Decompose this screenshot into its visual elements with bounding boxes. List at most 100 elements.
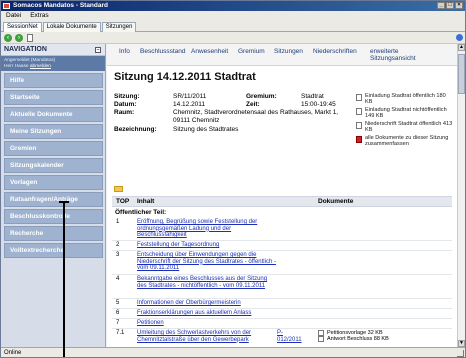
document-link[interactable]: Einladung Stadtrat öffentlich 180 KB xyxy=(356,93,454,105)
sidebar-item-sitzungskalender[interactable]: Sitzungskalender xyxy=(4,158,103,173)
sidebar-item-aktuelle-dokumente[interactable]: Aktuelle Dokumente xyxy=(4,107,103,122)
subnav-beschlussstand[interactable]: Beschlussstand xyxy=(140,48,186,55)
row-divider xyxy=(112,250,452,251)
scroll-up-icon[interactable]: ▲ xyxy=(458,44,465,51)
top-number: 4 xyxy=(116,276,120,282)
navigation-heading: NAVIGATION – xyxy=(1,44,105,56)
document-link[interactable]: Niederschrift Stadtrat öffentlich 413 KB xyxy=(356,121,454,133)
scroll-down-icon[interactable]: ▼ xyxy=(458,340,465,347)
document-icon[interactable] xyxy=(27,34,33,42)
pdf-icon xyxy=(356,136,362,143)
document-link-label: Einladung Stadtrat öffentlich 180 KB xyxy=(365,93,446,105)
merge-documents-link[interactable]: alle Dokumente zu dieser Sitzung zusamme… xyxy=(356,135,454,147)
value-zeit: 15:00-19:45 xyxy=(301,101,336,108)
top-number: 7 xyxy=(116,320,120,326)
document-link-label: Antwort Beschluss 88 KB xyxy=(327,336,389,343)
label-zeit: Zeit: xyxy=(246,101,260,108)
window-title: Somacos Mandatos - Standard xyxy=(13,2,108,9)
top-number: 7.1 xyxy=(116,330,125,336)
sidebar-item-beschlusskontrolle[interactable]: Beschlusskontrolle xyxy=(4,209,103,224)
user-info: Angemeldet (Mandatos) Herr Haase abmelde… xyxy=(1,56,105,71)
sidebar-item-startseite[interactable]: Startseite xyxy=(4,90,103,105)
top-number: 1 xyxy=(116,219,120,225)
agenda-item-link[interactable]: Petitionen xyxy=(137,320,277,327)
collapse-icon[interactable]: – xyxy=(95,47,101,53)
tab-lokale-dokumente[interactable]: Lokale Dokumente xyxy=(42,22,101,32)
top-number: 2 xyxy=(116,242,120,248)
forward-arrow-icon[interactable]: › xyxy=(15,34,23,42)
subnav-erweiterte-sitzungsansicht[interactable]: erweiterte Sitzungsansicht xyxy=(370,48,440,62)
row-divider xyxy=(112,328,452,329)
value-datum: 14.12.2011 xyxy=(173,101,206,108)
document-icon xyxy=(356,108,362,115)
close-button[interactable]: × xyxy=(455,2,463,9)
globe-icon[interactable] xyxy=(456,34,463,41)
minimize-button[interactable]: _ xyxy=(437,2,445,9)
subnav-info[interactable]: Info xyxy=(119,48,130,55)
main-content: Info Beschlussstand Anwesenheit Gremium … xyxy=(107,44,457,347)
document-link[interactable]: Antwort Beschluss 88 KB xyxy=(318,336,448,343)
scrollbar-thumb[interactable] xyxy=(458,54,465,94)
subnav-sitzungen[interactable]: Sitzungen xyxy=(274,48,303,55)
subnav-gremium[interactable]: Gremium xyxy=(238,48,265,55)
document-link-label: Einladung Stadtrat nichtöffentlich 149 K… xyxy=(365,107,447,119)
sidebar-item-gremien[interactable]: Gremien xyxy=(4,141,103,156)
sidebar-item-volltextrecherche[interactable]: Volltextrecherche xyxy=(4,243,103,258)
label-gremium: Gremium: xyxy=(246,93,277,100)
vertical-scrollbar[interactable]: ▲ ▼ xyxy=(457,44,465,347)
label-bezeichnung: Bezeichnung: xyxy=(114,126,157,133)
header-top: TOP xyxy=(116,198,130,205)
user-name: Herr Haase xyxy=(4,63,29,69)
menu-bar: Datei Extras xyxy=(1,11,465,21)
tab-sessionnet[interactable]: SessionNet xyxy=(3,22,42,32)
row-documents: Petitionsvorlage 32 KB Antwort Beschluss… xyxy=(318,330,448,343)
agenda-item-link[interactable]: Entscheidung über Einwendungen gegen die… xyxy=(137,252,277,272)
sidebar-item-hilfe[interactable]: Hilfe xyxy=(4,73,103,88)
agenda-item-link[interactable]: Bekanntgabe eines Beschlusses aus der Si… xyxy=(137,276,277,289)
label-datum: Datum: xyxy=(114,101,137,108)
document-icon xyxy=(318,336,324,343)
section-public: Öffentlicher Teil: xyxy=(115,209,167,216)
value-sitzung: SR/11/2011 xyxy=(173,93,207,100)
sidebar-item-ratsanfragen[interactable]: Ratsanfragen/Anträge xyxy=(4,192,103,207)
sidebar-item-vorlagen[interactable]: Vorlagen xyxy=(4,175,103,190)
document-link-label: Niederschrift Stadtrat öffentlich 413 KB xyxy=(365,121,453,133)
status-text: Online xyxy=(4,350,22,356)
row-divider xyxy=(112,318,452,319)
logout-link[interactable]: abmelden xyxy=(30,64,51,69)
menu-datei[interactable]: Datei xyxy=(6,11,21,21)
resize-grip-icon[interactable] xyxy=(457,350,464,357)
top-number: 5 xyxy=(116,300,120,306)
menu-extras[interactable]: Extras xyxy=(30,11,48,21)
agenda-item-link[interactable]: Fraktionserklärungen aus aktuellem Anlas… xyxy=(137,310,277,317)
subnav-anwesenheit[interactable]: Anwesenheit xyxy=(191,48,228,55)
agenda-item-link[interactable]: Eröffnung, Begrüßung sowie Feststellung … xyxy=(137,219,277,239)
row-divider xyxy=(112,308,452,309)
row-divider xyxy=(112,274,452,275)
status-bar: Online xyxy=(1,347,465,357)
header-inhalt: Inhalt xyxy=(137,198,155,205)
agenda-table-header: TOP Inhalt Dokumente xyxy=(112,196,452,207)
subnav-niederschriften[interactable]: Niederschriften xyxy=(313,48,357,55)
folder-icon[interactable] xyxy=(114,186,123,192)
label-sitzung: Sitzung: xyxy=(114,93,140,100)
maximize-button[interactable]: □ xyxy=(446,2,454,9)
tab-sitzungen[interactable]: Sitzungen xyxy=(101,22,137,32)
petition-reference-link[interactable]: P-012/2011 xyxy=(277,330,307,343)
agenda-item-link[interactable]: Umleitung des Schwerlastverkehrs von der… xyxy=(137,330,277,343)
top-number: 3 xyxy=(116,252,120,258)
agenda-item-link[interactable]: Feststellung der Tagesordnung xyxy=(137,242,277,249)
value-gremium: Stadtrat xyxy=(301,93,324,100)
back-arrow-icon[interactable]: ‹ xyxy=(4,34,12,42)
value-bezeichnung: Sitzung des Stadtrates xyxy=(173,126,239,133)
document-icon xyxy=(318,330,324,336)
toolbar: ‹ › xyxy=(1,32,465,44)
text-cursor-icon xyxy=(63,203,65,357)
document-link[interactable]: Einladung Stadtrat nichtöffentlich 149 K… xyxy=(356,107,454,119)
session-subnav: Info Beschlussstand Anwesenheit Gremium … xyxy=(107,44,457,66)
agenda-item-link[interactable]: Informationen der Oberbürgermeisterin xyxy=(137,300,277,307)
application-window: Somacos Mandatos - Standard _ □ × Datei … xyxy=(0,0,466,358)
sidebar-item-meine-sitzungen[interactable]: Meine Sitzungen xyxy=(4,124,103,139)
document-icon xyxy=(356,122,362,129)
sidebar-item-recherche[interactable]: Recherche xyxy=(4,226,103,241)
